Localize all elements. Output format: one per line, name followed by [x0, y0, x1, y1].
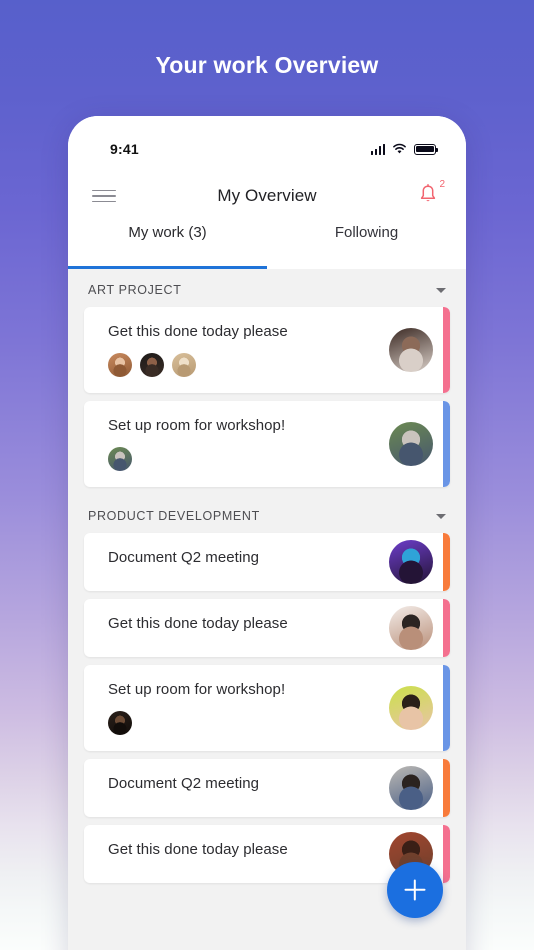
task-title: Get this done today please [108, 323, 288, 340]
assignee-avatars [108, 447, 384, 471]
section-title: PRODUCT DEVELOPMENT [88, 509, 260, 523]
task-title: Document Q2 meeting [108, 775, 260, 792]
section-header[interactable]: PRODUCT DEVELOPMENT [68, 495, 466, 533]
nav-bar: My Overview 2 [68, 172, 466, 220]
wifi-icon [393, 143, 406, 154]
task-accent-bar [443, 307, 450, 393]
notification-badge: 2 [439, 179, 445, 190]
task-list[interactable]: ART PROJECT Get this done today please Set… [68, 269, 466, 950]
avatar-smiling-woman-outdoors [389, 766, 433, 810]
task-title: Document Q2 meeting [108, 549, 260, 566]
task-accent-bar [443, 665, 450, 751]
chevron-down-icon[interactable] [436, 513, 446, 519]
assignee-avatars [108, 711, 384, 735]
status-bar: 9:41 [68, 116, 466, 172]
avatar-dark-hair-man [140, 353, 164, 377]
battery-icon [414, 143, 439, 155]
task-card[interactable]: Set up room for workshop! [84, 401, 450, 487]
avatar-woman-green-background [389, 686, 433, 730]
section-header[interactable]: ART PROJECT [68, 269, 466, 307]
tab-following[interactable]: Following [267, 220, 466, 266]
status-bar-clock: 9:41 [110, 141, 139, 157]
task-card[interactable]: Document Q2 meeting [84, 759, 450, 817]
phone-mockup: 9:41 My Overview 2 My work (3) Following… [68, 116, 466, 950]
notification-bell-icon [420, 184, 436, 202]
task-card[interactable]: Set up room for workshop! [84, 665, 450, 751]
tab-my-work[interactable]: My work (3) [68, 220, 267, 266]
assignee-avatars [108, 353, 384, 377]
task-accent-bar [443, 533, 450, 591]
notification-bell-button[interactable]: 2 [418, 179, 445, 209]
signal-icon [370, 143, 385, 155]
task-card[interactable]: Get this done today please [84, 307, 450, 393]
status-bar-icons [370, 143, 439, 155]
task-accent-bar [443, 401, 450, 487]
avatar-older-man-glasses [108, 447, 132, 471]
avatar-older-man-glasses [389, 422, 433, 466]
task-title: Get this done today please [108, 615, 288, 632]
tab-bar: My work (3) Following [68, 220, 466, 266]
avatar-child [108, 711, 132, 735]
task-accent-bar [443, 759, 450, 817]
task-card[interactable]: Get this done today please [84, 599, 450, 657]
avatar-black-hair-woman [389, 606, 433, 650]
task-accent-bar [443, 599, 450, 657]
task-title: Set up room for workshop! [108, 681, 286, 698]
page-title: Your work Overview [155, 52, 379, 78]
nav-title: My Overview [217, 186, 317, 205]
avatar-neon-portrait-man [389, 540, 433, 584]
task-title: Get this done today please [108, 841, 288, 858]
task-card[interactable]: Document Q2 meeting [84, 533, 450, 591]
avatar-blonde-woman [172, 353, 196, 377]
section-title: ART PROJECT [88, 283, 182, 297]
task-accent-bar [443, 825, 450, 883]
avatar-redhead-woman [108, 353, 132, 377]
add-task-fab[interactable] [387, 862, 443, 918]
task-title: Set up room for workshop! [108, 417, 286, 434]
chevron-down-icon[interactable] [436, 287, 446, 293]
avatar-woman-white-hair [389, 328, 433, 372]
